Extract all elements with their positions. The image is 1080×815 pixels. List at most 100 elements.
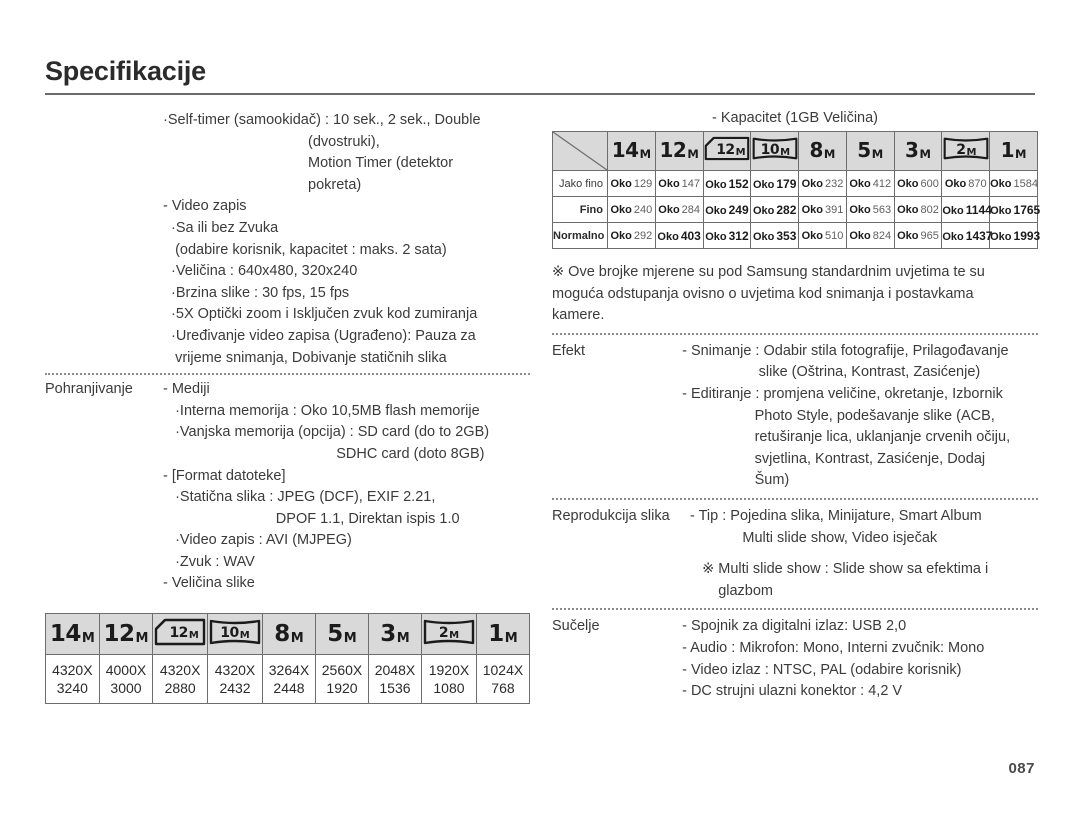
storage-line-0: - Mediji bbox=[163, 381, 210, 398]
storage-line-1: ·Interna memorija : Oko 10,5MB flash mem… bbox=[163, 402, 480, 419]
capacity-count: 1765 bbox=[1013, 202, 1041, 217]
image-size-height: 768 bbox=[491, 680, 515, 697]
storage-line-4: - [Format datoteke] bbox=[163, 467, 286, 484]
resolution-glyph-8m: 8M bbox=[274, 620, 304, 647]
image-size-value-cell: 2048X 1536 bbox=[367, 654, 422, 705]
resolution-glyph-5m: 5M bbox=[857, 138, 884, 162]
image-size-value-cell: 4320X 2432 bbox=[207, 654, 264, 705]
image-size-height: 1080 bbox=[433, 680, 465, 697]
image-size-header-cell: 2M bbox=[420, 613, 477, 656]
selftimer-line-2: Motion Timer (detektor bbox=[163, 155, 454, 172]
capacity-count: 510 bbox=[824, 229, 844, 242]
panorama-frame-icon-label: 10M bbox=[220, 624, 250, 641]
capacity-count: 179 bbox=[776, 176, 797, 191]
resolution-glyph-3m: 3M bbox=[380, 620, 410, 647]
image-size-value-row: 4320X 3240 4000X 3000 4320X 2880 4320X 2432 3264… bbox=[45, 654, 531, 705]
effect-line-0: - Snimanje : Odabir stila fotografije, P… bbox=[670, 342, 1009, 359]
image-size-height: 2448 bbox=[273, 680, 305, 697]
playback-note-line-1: glazbom bbox=[690, 582, 774, 599]
page-title: Specifikacije bbox=[45, 56, 206, 86]
capacity-prefix: Oko bbox=[752, 230, 775, 243]
selftimer-line-1: (dvostruki), bbox=[163, 133, 380, 150]
capacity-cell: Oko 1144 bbox=[941, 196, 992, 223]
storage-line-2: ·Vanjska memorija (opcija) : SD card (do… bbox=[163, 424, 490, 441]
capacity-cell: Oko 353 bbox=[750, 222, 800, 249]
capacity-prefix: Oko bbox=[897, 229, 919, 242]
video-line-1: ·Sa ili bez Zvuka bbox=[163, 219, 279, 236]
capacity-table-title: - Kapacitet (1GB Veličina) bbox=[711, 110, 879, 126]
capacity-cell: Oko 292 bbox=[607, 222, 656, 249]
spec-label-storage: Pohranjivanje bbox=[45, 381, 133, 398]
capacity-count: 292 bbox=[633, 229, 653, 242]
capacity-prefix: Oko bbox=[705, 230, 727, 243]
capacity-header-cell: 12M bbox=[702, 131, 752, 171]
capacity-prefix: Oko bbox=[990, 177, 1012, 190]
image-size-width: 4320X bbox=[214, 662, 256, 679]
spec-body-playback: - Tip : Pojedina slika, Minijature, Smar… bbox=[690, 506, 1038, 549]
capacity-prefix: Oko bbox=[990, 230, 1012, 243]
capacity-prefix: Oko bbox=[849, 229, 871, 242]
capacity-cell: Oko 600 bbox=[893, 170, 943, 197]
capacity-prefix: Oko bbox=[610, 229, 632, 242]
capacity-table-row: Jako fino Oko 129 Oko 147 Oko 152 Oko 179 Oko 232 O… bbox=[552, 170, 1039, 197]
capacity-count: 232 bbox=[824, 177, 844, 190]
image-size-value-cell: 4320X 3240 bbox=[45, 654, 100, 705]
separator-playback bbox=[552, 497, 1038, 500]
video-line-4: ·Brzina slike : 30 fps, 15 fps bbox=[163, 284, 350, 301]
resolution-glyph-1m: 1M bbox=[1000, 138, 1027, 162]
resolution-glyph-12m: 12M bbox=[103, 620, 149, 647]
panorama-frame-icon-label: 2M bbox=[956, 141, 977, 158]
image-size-height: 3240 bbox=[56, 680, 88, 697]
capacity-count: 152 bbox=[728, 176, 749, 191]
image-size-header-cell: 12M bbox=[98, 613, 154, 656]
panorama-frame-icon-label: 2M bbox=[438, 624, 460, 641]
image-size-header-cell: 12M bbox=[152, 613, 209, 656]
capacity-cell: Oko 147 bbox=[654, 170, 704, 197]
video-line-0: - Video zapis bbox=[163, 198, 247, 215]
resolution-glyph-3m: 3M bbox=[905, 138, 931, 162]
selftimer-line-3: pokreta) bbox=[163, 176, 362, 193]
panorama-frame-icon-label: 10M bbox=[760, 141, 791, 158]
capacity-count: 391 bbox=[824, 203, 844, 216]
capacity-count: 249 bbox=[728, 202, 749, 217]
storage-line-7: ·Video zapis : AVI (MJPEG) bbox=[163, 532, 352, 549]
capacity-header-cell: 10M bbox=[750, 131, 800, 171]
image-size-value-cell: 4000X 3000 bbox=[98, 654, 154, 705]
spec-label-effect: Efekt bbox=[552, 342, 586, 359]
panorama-frame-icon-2m: 2M bbox=[422, 618, 476, 646]
image-size-width: 3264X bbox=[268, 662, 310, 679]
capacity-prefix: Oko bbox=[990, 204, 1012, 217]
resolution-glyph-14m: 14M bbox=[611, 138, 652, 162]
capacity-count: 1584 bbox=[1013, 177, 1039, 190]
page-number: 087 bbox=[1008, 760, 1035, 777]
storage-line-9: - Veličina slike bbox=[163, 575, 255, 592]
spec-row-video: - Video zapis ·Sa ili bez Zvuka (odabire… bbox=[45, 196, 530, 369]
image-size-width: 1024X bbox=[482, 662, 524, 679]
capacity-count: 824 bbox=[872, 229, 892, 242]
image-size-header-cell: 3M bbox=[367, 613, 422, 656]
capacity-cell: Oko 1993 bbox=[989, 222, 1040, 249]
effect-line-1: slike (Oštrina, Kontrast, Zasićenje) bbox=[670, 364, 981, 381]
spec-row-selftimer: ·Self-timer (samookidač) : 10 sek., 2 se… bbox=[45, 110, 530, 196]
capacity-header-cell: 1M bbox=[989, 131, 1038, 171]
capacity-count: 129 bbox=[633, 177, 653, 190]
capacity-count: 563 bbox=[872, 203, 892, 216]
capacity-count: 600 bbox=[920, 177, 939, 190]
capacity-count: 284 bbox=[681, 203, 701, 216]
interface-line-2: - Video izlaz : NTSC, PAL (odabire koris… bbox=[670, 661, 962, 678]
samsung-note: ※ Ove brojke mjerene su pod Samsung stan… bbox=[552, 262, 1038, 327]
capacity-header-cell: 12M bbox=[654, 131, 704, 171]
capacity-header-cell: 5M bbox=[845, 131, 895, 171]
capacity-header-row: 14M 12M 12M 10M 8M 5M 3M 2M 1M bbox=[552, 131, 1038, 171]
image-size-value-cell: 1024X 768 bbox=[475, 654, 531, 705]
image-size-width: 2048X bbox=[374, 662, 416, 679]
selftimer-line-0: ·Self-timer (samookidač) : 10 sek., 2 se… bbox=[163, 112, 481, 128]
effect-line-3: Photo Style, podešavanje slike (ACB, bbox=[670, 407, 995, 424]
separator-storage bbox=[45, 373, 530, 376]
capacity-header-cell: 2M bbox=[941, 131, 991, 171]
capacity-header-cell: 8M bbox=[798, 131, 847, 171]
capacity-prefix: Oko bbox=[658, 177, 680, 190]
video-line-2: (odabire korisnik, kapacitet : maks. 2 s… bbox=[163, 241, 447, 258]
image-size-height: 3000 bbox=[110, 680, 142, 697]
video-line-7: vrijeme snimanja, Dobivanje statičnih sl… bbox=[163, 349, 447, 366]
